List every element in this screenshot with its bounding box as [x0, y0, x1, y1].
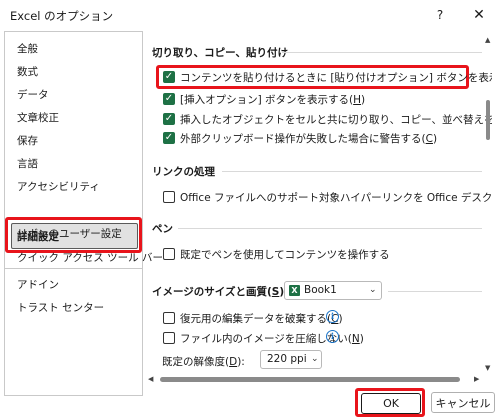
- options-content: 切り取り、コピー、貼り付け ✓ コンテンツを貼り付けるときに [貼り付けオプショ…: [148, 31, 492, 387]
- excel-workbook-icon: X: [289, 285, 300, 296]
- cut-copy-sort-objects-label: 挿入したオブジェクトをセルと共に切り取り、コピー、並べ替えを行う(O): [180, 114, 492, 126]
- clipboard-warning-checkbox[interactable]: ✓: [163, 132, 175, 144]
- section-divider: [222, 171, 482, 172]
- chevron-down-icon: ⌄: [311, 354, 319, 364]
- insert-options-label: [挿入オプション] ボタンを表示する(H): [180, 94, 366, 106]
- office-links-checkbox[interactable]: [163, 191, 175, 203]
- office-links-label: Office ファイルへのサポート対象ハイパーリンクを Office デスクトッ…: [180, 192, 492, 204]
- ok-button[interactable]: OK: [361, 393, 421, 414]
- vertical-scrollbar[interactable]: ▲ ▼: [484, 36, 492, 386]
- discard-editing-data-checkbox[interactable]: [163, 312, 175, 324]
- close-button[interactable]: ✕: [469, 5, 489, 25]
- nav-item-language[interactable]: 言語: [17, 156, 38, 171]
- section-divider: [282, 52, 482, 53]
- nav-divider: [5, 268, 142, 269]
- no-compress-images-checkbox[interactable]: [163, 332, 175, 344]
- nav-item-data[interactable]: データ: [17, 87, 49, 102]
- nav-item-trust-center[interactable]: トラスト センター: [17, 300, 104, 315]
- nav-item-quick-access-toolbar[interactable]: クイック アクセス ツール バー: [17, 250, 163, 265]
- chevron-down-icon: ⌄: [369, 285, 377, 295]
- clipboard-warning-label: 外部クリップボード操作が失敗した場合に警告する(C): [180, 133, 438, 145]
- cancel-button[interactable]: キャンセル: [431, 392, 495, 413]
- section-title-cut-copy-paste: 切り取り、コピー、貼り付け: [152, 47, 288, 59]
- scroll-right-arrow-icon[interactable]: ▶: [474, 375, 479, 383]
- workbook-select[interactable]: X Book1 ⌄: [284, 281, 382, 300]
- nav-item-save[interactable]: 保存: [17, 133, 38, 148]
- insert-options-checkbox[interactable]: ✓: [163, 93, 175, 105]
- nav-item-accessibility[interactable]: アクセシビリティ: [17, 179, 100, 194]
- nav-item-addins[interactable]: アドイン: [17, 277, 59, 292]
- window-title: Excel のオプション: [10, 9, 114, 23]
- pen-default-label: 既定でペンを使用してコンテンツを操作する: [180, 249, 390, 261]
- section-title-image-size: イメージのサイズと画質(S): [152, 286, 285, 298]
- horizontal-scrollbar[interactable]: ◀ ▶: [148, 373, 484, 385]
- default-resolution-label: 既定の解像度(D):: [162, 356, 245, 368]
- discard-editing-data-label: 復元用の編集データを破棄する(C): [180, 313, 343, 325]
- workbook-select-value: Book1: [304, 284, 337, 296]
- paste-options-label: コンテンツを貼り付けるときに [貼り付けオプション] ボタンを表示する(S): [180, 72, 492, 84]
- pen-default-checkbox[interactable]: [163, 248, 175, 260]
- nav-item-customize-ribbon[interactable]: リボンのユーザー設定: [17, 226, 122, 241]
- info-icon[interactable]: i: [326, 310, 339, 323]
- paste-options-checkbox[interactable]: ✓: [163, 71, 175, 83]
- info-icon[interactable]: i: [326, 330, 339, 343]
- nav-item-formulas[interactable]: 数式: [17, 64, 38, 79]
- horizontal-scroll-thumb[interactable]: [160, 377, 460, 382]
- category-nav: 全般 数式 データ 文章校正 保存 言語 アクセシビリティ 詳細設定 リボンのユ…: [4, 31, 163, 396]
- vertical-scroll-thumb[interactable]: [486, 100, 490, 140]
- section-title-link-processing: リンクの処理: [152, 166, 215, 178]
- section-divider: [388, 291, 482, 292]
- help-button[interactable]: ?: [430, 6, 450, 24]
- nav-item-general[interactable]: 全般: [17, 41, 38, 56]
- scroll-up-arrow-icon[interactable]: ▲: [485, 36, 490, 44]
- section-title-pen: ペン: [152, 223, 173, 235]
- nav-item-proofing[interactable]: 文章校正: [17, 110, 59, 125]
- cut-copy-sort-objects-checkbox[interactable]: ✓: [163, 113, 175, 125]
- section-divider: [178, 228, 482, 229]
- ok-button-highlight: OK: [355, 388, 425, 417]
- resolution-select-value: 220 ppi: [267, 353, 307, 365]
- scroll-down-arrow-icon[interactable]: ▼: [485, 364, 490, 372]
- scroll-left-arrow-icon[interactable]: ◀: [148, 375, 153, 383]
- title-bar: Excel のオプション ? ✕: [0, 0, 500, 30]
- resolution-select[interactable]: 220 ppi ⌄: [260, 350, 322, 369]
